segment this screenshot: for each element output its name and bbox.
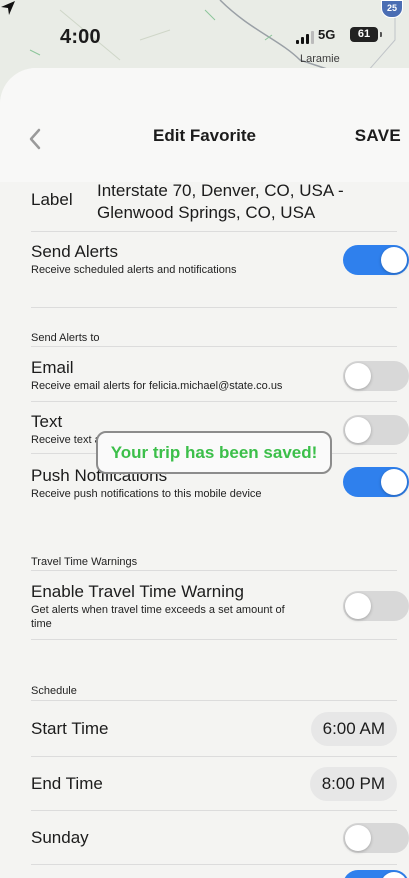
save-button[interactable]: SAVE	[355, 126, 401, 146]
send-alerts-subtitle: Receive scheduled alerts and notificatio…	[31, 264, 237, 276]
sheet-header: Edit Favorite SAVE	[0, 68, 409, 182]
schedule-section-label: Schedule	[31, 685, 77, 697]
send-alerts-to-section-label: Send Alerts to	[31, 332, 100, 344]
start-time-picker[interactable]: 6:00 AM	[310, 712, 397, 746]
start-time-row: Start Time 6:00 AM	[31, 701, 397, 757]
travel-time-toggle[interactable]	[343, 591, 409, 621]
next-day-toggle[interactable]	[343, 870, 409, 878]
saved-toast: Your trip has been saved!	[96, 431, 332, 474]
push-notifications-toggle[interactable]	[343, 467, 409, 497]
status-time: 4:00	[60, 26, 101, 48]
end-time-picker[interactable]: 8:00 PM	[309, 767, 397, 801]
text-toggle[interactable]	[343, 415, 409, 445]
label-value[interactable]: Interstate 70, Denver, CO, USA - Glenwoo…	[97, 180, 402, 224]
location-arrow-icon	[1, 1, 15, 15]
battery-icon: 61	[350, 27, 382, 42]
email-subtitle: Receive email alerts for felicia.michael…	[31, 380, 283, 392]
email-row: Email Receive email alerts for felicia.m…	[31, 358, 409, 402]
travel-time-title: Enable Travel Time Warning	[31, 582, 244, 601]
network-type: 5G	[318, 27, 336, 42]
sunday-toggle[interactable]	[343, 823, 409, 853]
sunday-row: Sunday	[31, 811, 409, 865]
section-divider	[31, 570, 397, 571]
push-notifications-subtitle: Receive push notifications to this mobil…	[31, 488, 262, 500]
travel-time-section-label: Travel Time Warnings	[31, 556, 138, 568]
signal-strength-icon	[296, 31, 314, 44]
end-time-row: End Time 8:00 PM	[31, 757, 397, 811]
label-key: Label	[31, 190, 73, 209]
email-toggle[interactable]	[343, 361, 409, 391]
section-divider	[31, 346, 397, 347]
send-alerts-toggle[interactable]	[343, 245, 409, 275]
page-title: Edit Favorite	[153, 126, 256, 145]
travel-time-subtitle: Get alerts when travel time exceeds a se…	[31, 604, 285, 630]
status-bar: 4:00 5G 61	[0, 0, 409, 72]
travel-time-row: Enable Travel Time Warning Get alerts wh…	[31, 582, 409, 640]
send-alerts-row: Send Alerts Receive scheduled alerts and…	[31, 242, 409, 308]
